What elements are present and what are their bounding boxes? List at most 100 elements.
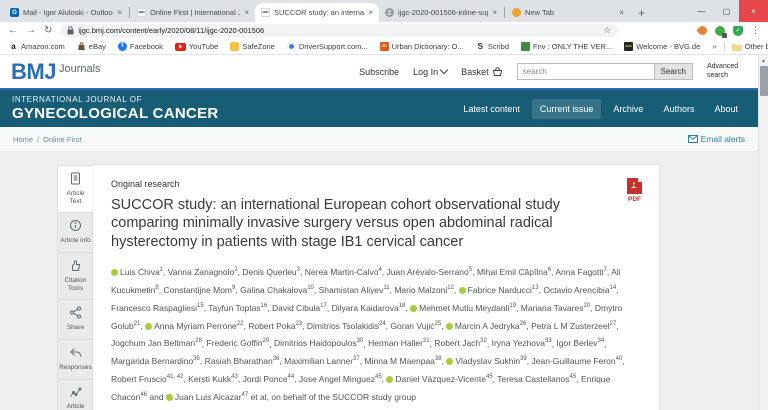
- author-link[interactable]: Juan Luis Alcazar47: [175, 392, 248, 402]
- extension-orange-icon[interactable]: [696, 24, 709, 37]
- bmj-logo[interactable]: BMJ: [11, 61, 56, 83]
- author-link[interactable]: Daniel Vázquez-Vicente45: [395, 374, 492, 384]
- tab-close-icon[interactable]: ×: [492, 8, 497, 17]
- bookmark-item[interactable]: eBay: [77, 42, 106, 51]
- login-link[interactable]: Log In: [413, 67, 447, 77]
- author-link[interactable]: Mario Malzoni12: [394, 285, 454, 295]
- sidebar-item-share[interactable]: Share: [57, 300, 93, 340]
- author-link[interactable]: Mehmet Mutlu Meydanli19: [419, 303, 516, 313]
- journal-masthead[interactable]: INTERNATIONAL JOURNAL OF GYNECOLOGICAL C…: [12, 95, 219, 122]
- close-button[interactable]: ×: [739, 0, 768, 22]
- bookmark-item[interactable]: YouTube: [175, 42, 218, 51]
- bookmarks-overflow-icon[interactable]: »: [712, 42, 716, 51]
- author-link[interactable]: Vanna Zanagnolo2: [168, 267, 238, 277]
- author-link[interactable]: Margarida Bernardino35: [111, 356, 200, 366]
- journal-nav-archive[interactable]: Archive: [605, 99, 651, 119]
- author-link[interactable]: Luis Chiva1: [120, 267, 163, 277]
- author-link[interactable]: Anna Fagotti7: [555, 267, 607, 277]
- email-alerts-link[interactable]: Email alerts: [688, 134, 745, 144]
- browser-tab[interactable]: New Tab×: [506, 3, 630, 22]
- author-link[interactable]: Anna Myriam Perrone22: [154, 321, 243, 331]
- author-link[interactable]: Jordi Ponce44: [243, 374, 295, 384]
- reload-icon[interactable]: ↻: [44, 26, 52, 36]
- author-link[interactable]: Minna M Maenpaa38: [365, 356, 442, 366]
- author-link[interactable]: Constantijne Mom9: [164, 285, 236, 295]
- author-link[interactable]: Dilyara Kaidarova18: [332, 303, 406, 313]
- bookmark-item[interactable]: BVGWelcome - BVG.de: [624, 42, 700, 51]
- breadcrumb-online-first[interactable]: Online First: [43, 135, 81, 144]
- sidebar-item-responses[interactable]: Responses: [57, 340, 93, 380]
- author-link[interactable]: Iryna Yezhova33: [492, 338, 552, 348]
- author-link[interactable]: Juan Arévalo-Serrano5: [387, 267, 473, 277]
- maximize-button[interactable]: ▢: [714, 0, 739, 22]
- author-link[interactable]: Denis Querleu3: [242, 267, 300, 277]
- new-tab-button[interactable]: +: [638, 6, 645, 20]
- browser-tab[interactable]: OMail - Igor Aluloski - Outlook×: [4, 3, 128, 22]
- author-link[interactable]: Goran Vujić25: [390, 321, 441, 331]
- bookmark-item[interactable]: aAmazon.com: [9, 42, 65, 51]
- breadcrumb-home[interactable]: Home: [13, 135, 33, 144]
- bookmark-item[interactable]: Fnv : ONLY THE VER...: [521, 42, 612, 51]
- author-link[interactable]: Mihai Emil Căpîlna6: [477, 267, 551, 277]
- search-button[interactable]: Search: [655, 63, 693, 80]
- advanced-search-link[interactable]: Advanced search: [707, 63, 747, 79]
- author-link[interactable]: Robert Fruscio41, 42: [111, 374, 183, 384]
- author-link[interactable]: Nerea Martin-Calvo4: [305, 267, 382, 277]
- bookmark-item[interactable]: fFacebook: [118, 42, 163, 51]
- author-link[interactable]: Jogchum Jan Beltman28: [111, 338, 202, 348]
- tab-close-icon[interactable]: ×: [619, 8, 624, 17]
- journal-nav-authors[interactable]: Authors: [655, 99, 702, 119]
- author-link[interactable]: Petra L M Zusterzeel27: [531, 321, 616, 331]
- author-link[interactable]: Kersti Kukk43: [188, 374, 238, 384]
- bookmark-item[interactable]: SScribd: [476, 42, 509, 51]
- bookmark-item[interactable]: SafeZone: [230, 42, 275, 51]
- author-link[interactable]: Dimitrios Haidopoulos30: [274, 338, 363, 348]
- scrollbar-up-icon[interactable]: ▲: [761, 55, 766, 66]
- author-link[interactable]: Mariana Tavares20: [521, 303, 590, 313]
- author-link[interactable]: Robert Poka23: [248, 321, 302, 331]
- browser-tab[interactable]: BMJSUCCOR study: an internation...×: [255, 3, 379, 22]
- browser-tab[interactable]: BMJOnline First | International Jou...×: [131, 3, 255, 22]
- author-link[interactable]: Jose Angel Minguez45: [299, 374, 382, 384]
- author-link[interactable]: Fabrice Narducci13: [468, 285, 539, 295]
- sidebar-item-citation-tools[interactable]: Citation Tools: [57, 253, 93, 300]
- bookmark-item[interactable]: UDUrban Dictionary: O...: [380, 42, 464, 51]
- extension-green-icon[interactable]: [715, 26, 725, 36]
- search-input[interactable]: [517, 63, 655, 80]
- author-link[interactable]: Maximilian Lanner37: [284, 356, 360, 366]
- author-link[interactable]: Teresa Castellanos45: [497, 374, 576, 384]
- forward-icon[interactable]: →: [26, 26, 36, 36]
- tab-close-icon[interactable]: ×: [368, 8, 373, 17]
- sidebar-item-article-info[interactable]: Article info: [57, 213, 93, 253]
- sidebar-item-article-metrics[interactable]: Article metrics: [57, 380, 93, 410]
- sidebar-item-article-text[interactable]: Article Text: [57, 165, 93, 213]
- author-link[interactable]: Dimitrios Tsolakidis24: [307, 321, 386, 331]
- author-link[interactable]: Marcin A Jedryka26: [455, 321, 526, 331]
- journal-nav-about[interactable]: About: [706, 99, 746, 119]
- author-link[interactable]: Rasiah Bharathan36: [205, 356, 280, 366]
- address-bar[interactable]: ijgc.bmj.com/content/early/2020/08/11/ij…: [60, 24, 618, 37]
- pdf-download[interactable]: PDF: [626, 177, 643, 203]
- scrollbar-thumb[interactable]: [760, 66, 768, 96]
- tab-close-icon[interactable]: ×: [117, 8, 122, 17]
- bookmark-star-icon[interactable]: ☆: [603, 25, 611, 36]
- minimize-button[interactable]: —: [689, 0, 714, 22]
- author-link[interactable]: Galina Chakalova10: [240, 285, 314, 295]
- subscribe-link[interactable]: Subscribe: [359, 67, 399, 77]
- journal-nav-latest-content[interactable]: Latest content: [455, 99, 528, 119]
- author-link[interactable]: Jean-Guillaume Feron40: [532, 356, 623, 366]
- author-link[interactable]: Shamistan Aliyev11: [319, 285, 390, 295]
- author-link[interactable]: Tayfun Toptas16: [208, 303, 267, 313]
- author-link[interactable]: Octavio Arencibia14: [543, 285, 616, 295]
- bookmark-item[interactable]: DriverSupport.com...: [287, 42, 368, 51]
- author-link[interactable]: Frederic Goffin29: [207, 338, 270, 348]
- tab-close-icon[interactable]: ×: [244, 8, 249, 17]
- author-link[interactable]: Igor Berlev34: [556, 338, 604, 348]
- page-scrollbar[interactable]: ▲: [758, 55, 768, 410]
- journal-nav-current-issue[interactable]: Current issue: [532, 99, 602, 119]
- author-link[interactable]: Vladyslav Sukhin39: [455, 356, 526, 366]
- browser-menu-icon[interactable]: ⋮: [751, 25, 760, 36]
- author-link[interactable]: Robert Jach32: [434, 338, 487, 348]
- browser-tab[interactable]: ijgc-2020-001506-inline-supp...×: [379, 3, 503, 22]
- url-text[interactable]: ijgc.bmj.com/content/early/2020/08/11/ij…: [78, 26, 264, 35]
